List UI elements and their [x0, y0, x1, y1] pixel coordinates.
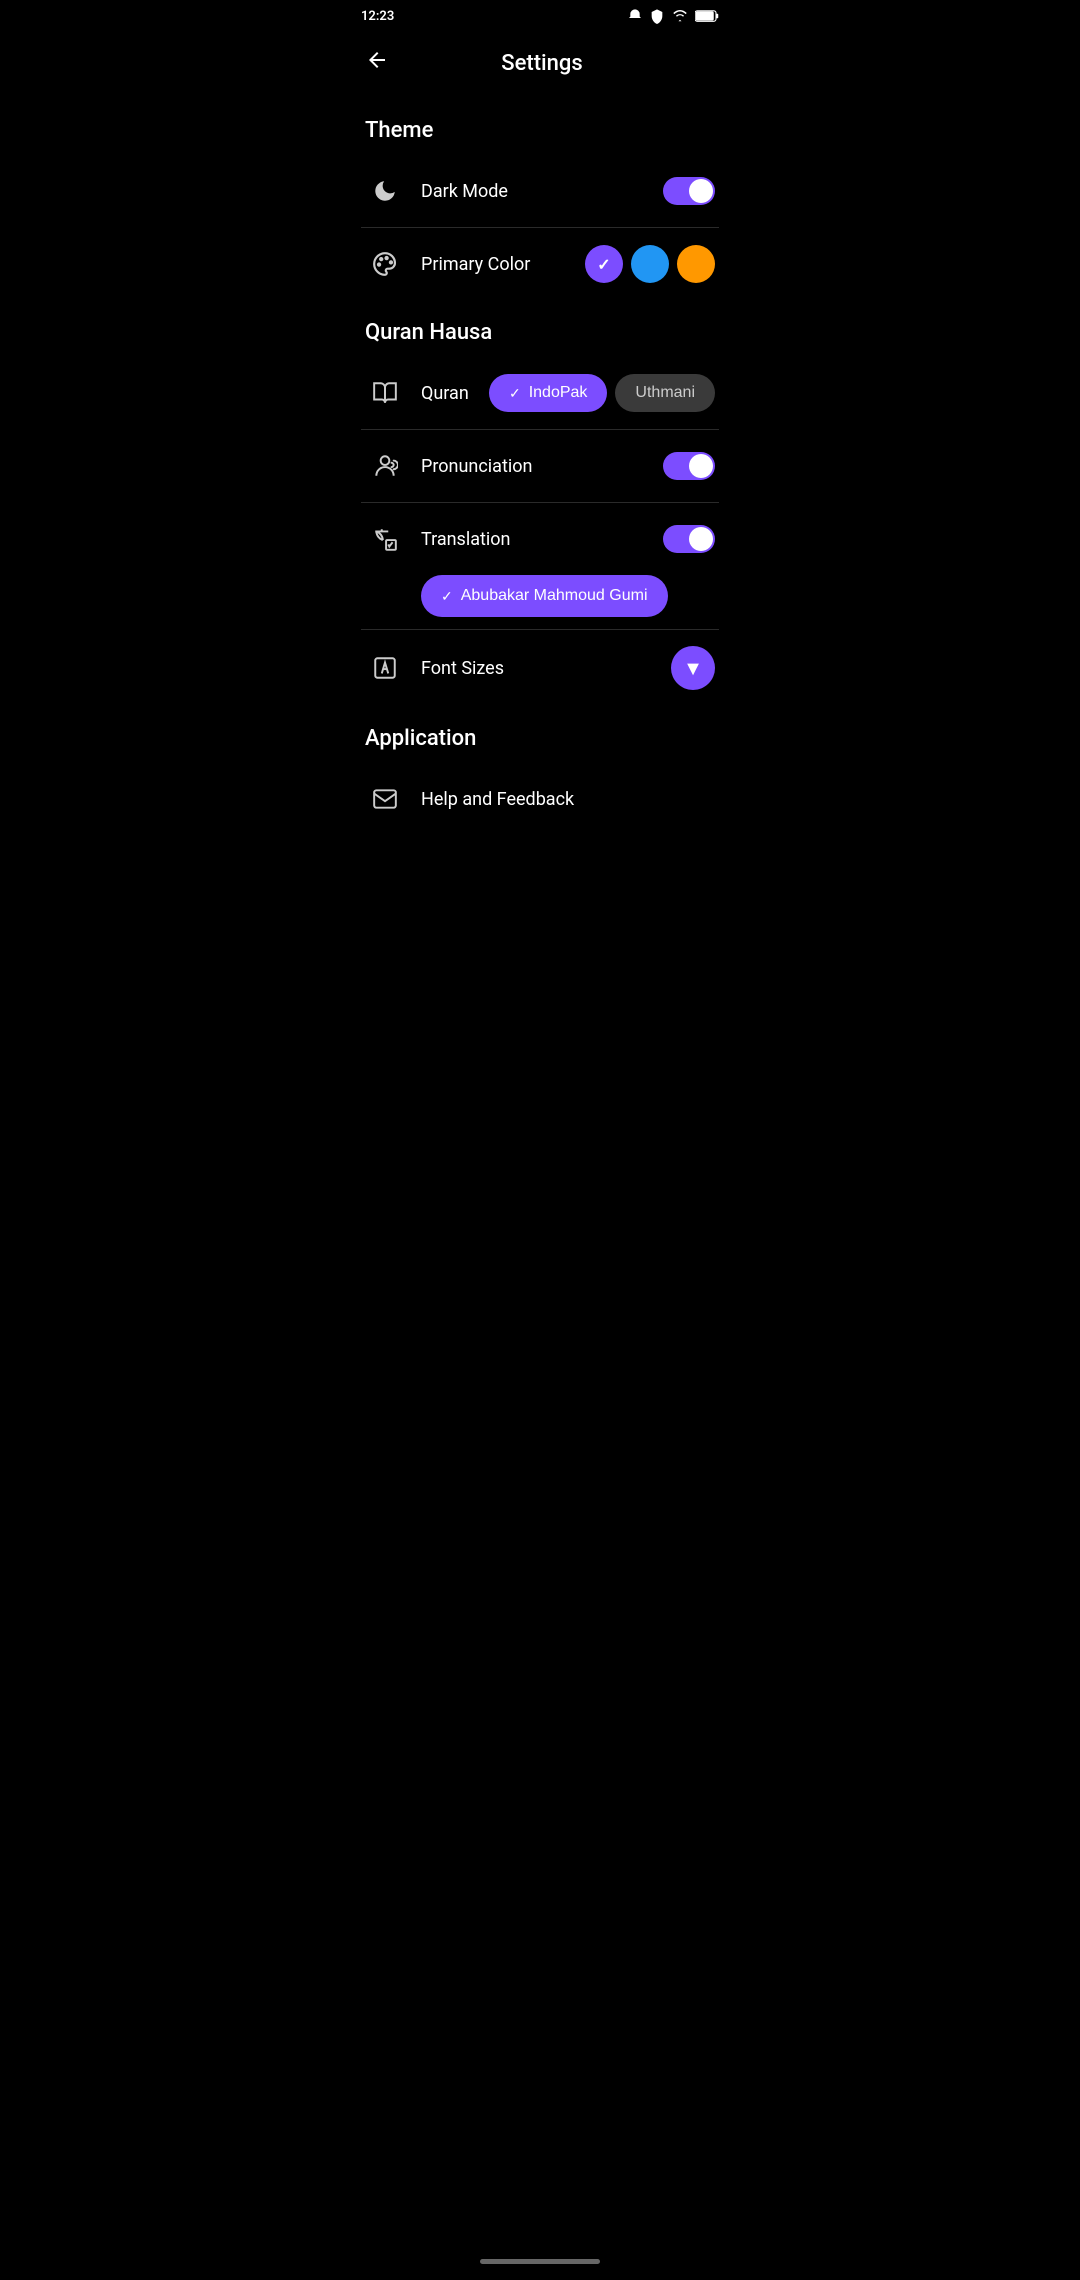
translation-selector: ✓ Abubakar Mahmoud Gumi: [421, 575, 735, 617]
home-indicator: [480, 2259, 600, 2264]
indopak-check: ✓: [509, 385, 521, 402]
help-feedback-icon: [365, 779, 405, 819]
help-feedback-row[interactable]: Help and Feedback: [345, 763, 735, 835]
font-sizes-icon: [365, 648, 405, 688]
font-sizes-row[interactable]: Font Sizes ▼: [345, 630, 735, 706]
color-purple[interactable]: [585, 245, 623, 283]
status-time: 12:23: [361, 9, 394, 24]
quran-row[interactable]: Quran ✓ IndoPak Uthmani: [345, 357, 735, 429]
quran-label: Quran: [421, 383, 489, 404]
status-bar: 12:23: [345, 0, 735, 32]
dark-mode-row[interactable]: Dark Mode: [345, 155, 735, 227]
quran-hausa-section: Quran Hausa Quran ✓ IndoPak Uthmani: [345, 300, 735, 706]
pronunciation-row[interactable]: Pronunciation: [345, 430, 735, 502]
moon-icon: [372, 178, 398, 204]
font-sizes-label: Font Sizes: [421, 658, 671, 679]
color-orange[interactable]: [677, 245, 715, 283]
dark-mode-toggle-knob: [689, 179, 713, 203]
notification-icon: [627, 8, 643, 24]
application-section: Application Help and Feedback: [345, 706, 735, 835]
theme-section-label: Theme: [345, 98, 735, 155]
font-sizes-arrow-icon: ▼: [683, 656, 703, 681]
theme-section: Theme Dark Mode Primary Color: [345, 98, 735, 300]
dark-mode-icon: [365, 171, 405, 211]
primary-color-icon: [365, 244, 405, 284]
shield-icon: [649, 8, 665, 24]
translation-toggle[interactable]: [663, 525, 715, 553]
dark-mode-toggle[interactable]: [663, 177, 715, 205]
mail-icon: [372, 786, 398, 812]
wifi-icon: [671, 9, 689, 23]
translation-selector-button[interactable]: ✓ Abubakar Mahmoud Gumi: [421, 575, 668, 617]
quran-buttons: ✓ IndoPak Uthmani: [489, 374, 715, 412]
pronunciation-label: Pronunciation: [421, 456, 663, 477]
indopak-label: IndoPak: [529, 384, 588, 402]
pronunciation-icon: [365, 446, 405, 486]
translation-label: Translation: [421, 529, 663, 550]
dark-mode-label: Dark Mode: [421, 181, 663, 202]
palette-icon: [372, 251, 398, 277]
translation-check: ✓: [441, 588, 453, 605]
pronunciation-toggle-knob: [689, 454, 713, 478]
uthmani-button[interactable]: Uthmani: [615, 374, 715, 412]
uthmani-label: Uthmani: [635, 384, 695, 402]
person-voice-icon: [372, 453, 398, 479]
translation-row[interactable]: Translation: [345, 503, 735, 575]
translation-selected-label: Abubakar Mahmoud Gumi: [461, 587, 648, 605]
status-icons: [627, 8, 719, 24]
translation-toggle-knob: [689, 527, 713, 551]
color-circles: [585, 245, 715, 283]
bottom-bar: [345, 2250, 735, 2280]
quran-icon: [365, 373, 405, 413]
back-button[interactable]: [361, 44, 393, 82]
translation-icon: [365, 519, 405, 559]
color-blue[interactable]: [631, 245, 669, 283]
font-sizes-button[interactable]: ▼: [671, 646, 715, 690]
indopak-button[interactable]: ✓ IndoPak: [489, 374, 607, 412]
primary-color-row[interactable]: Primary Color: [345, 228, 735, 300]
pronunciation-toggle[interactable]: [663, 452, 715, 480]
book-open-icon: [372, 380, 398, 406]
spacer: [345, 835, 735, 915]
settings-header: Settings: [345, 32, 735, 98]
help-feedback-label: Help and Feedback: [421, 789, 715, 810]
battery-icon: [695, 9, 719, 23]
quran-hausa-section-label: Quran Hausa: [345, 300, 735, 357]
translate-icon: [372, 526, 398, 552]
page-title: Settings: [405, 51, 679, 76]
font-size-icon: [372, 655, 398, 681]
primary-color-label: Primary Color: [421, 254, 585, 275]
back-arrow-icon: [365, 48, 389, 72]
application-section-label: Application: [345, 706, 735, 763]
